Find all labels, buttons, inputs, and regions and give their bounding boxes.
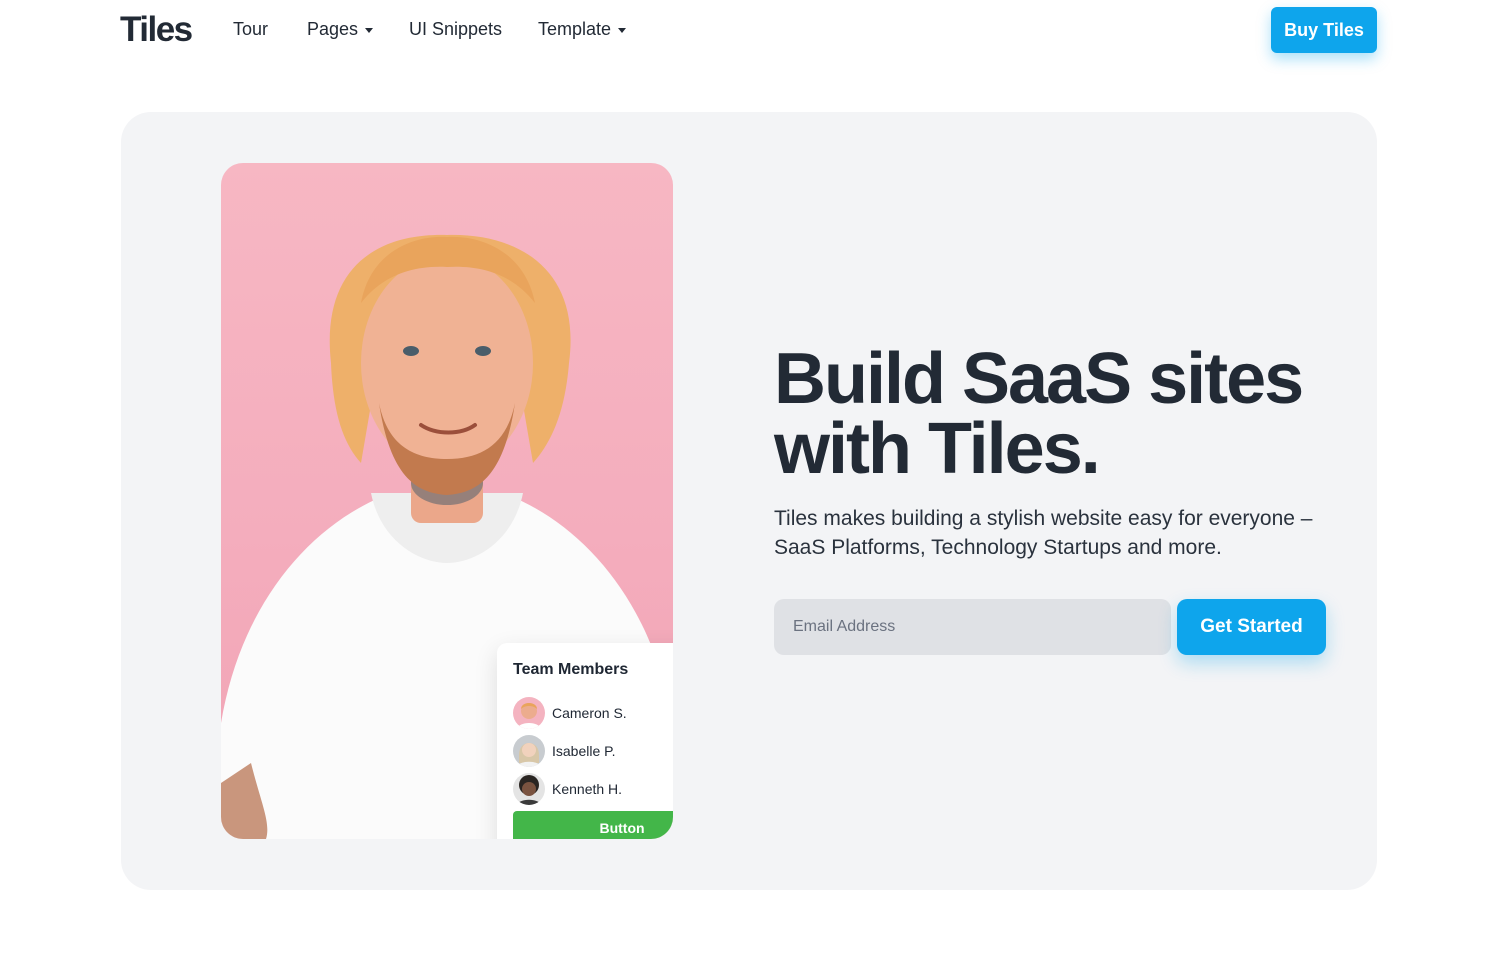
member-name: Isabelle P. [552,743,616,759]
top-navigation: Tiles Tour Pages UI Snippets Template Bu… [0,0,1500,62]
avatar [513,735,545,767]
nav-template[interactable]: Template [538,19,627,40]
email-field[interactable] [774,599,1171,655]
caret-down-icon [618,28,627,33]
nav-tour[interactable]: Tour [233,19,268,40]
nav-pages[interactable]: Pages [307,19,374,40]
hero-section: Team Members Cameron S. Isabelle P. Kenn… [121,112,1377,890]
nav-pages-label: Pages [307,19,359,39]
caret-down-icon [365,28,374,33]
team-card-title: Team Members [513,661,629,678]
logo[interactable]: Tiles [120,10,193,50]
list-item[interactable]: Isabelle P. [513,735,673,767]
hero-headline: Build SaaS sites with Tiles. [774,339,1304,489]
team-card-button[interactable]: Button [513,811,673,839]
nav-ui-snippets-label: UI Snippets [409,19,503,39]
list-item[interactable]: Kenneth H. [513,773,673,805]
hero-subtext: Tiles makes building a stylish website e… [774,507,1313,559]
buy-tiles-button[interactable]: Buy Tiles [1271,7,1377,53]
nav-ui-snippets[interactable]: UI Snippets [409,19,502,40]
nav-template-label: Template [538,19,612,39]
nav-tour-label: Tour [233,19,269,39]
avatar [513,697,545,729]
member-name: Cameron S. [552,705,627,721]
member-name: Kenneth H. [552,781,623,797]
avatar [513,773,545,805]
list-item[interactable]: Cameron S. [513,697,673,729]
team-members-card: Team Members Cameron S. Isabelle P. Kenn… [497,643,673,839]
get-started-button[interactable]: Get Started [1177,599,1326,655]
hero-photo: Team Members Cameron S. Isabelle P. Kenn… [221,163,673,839]
